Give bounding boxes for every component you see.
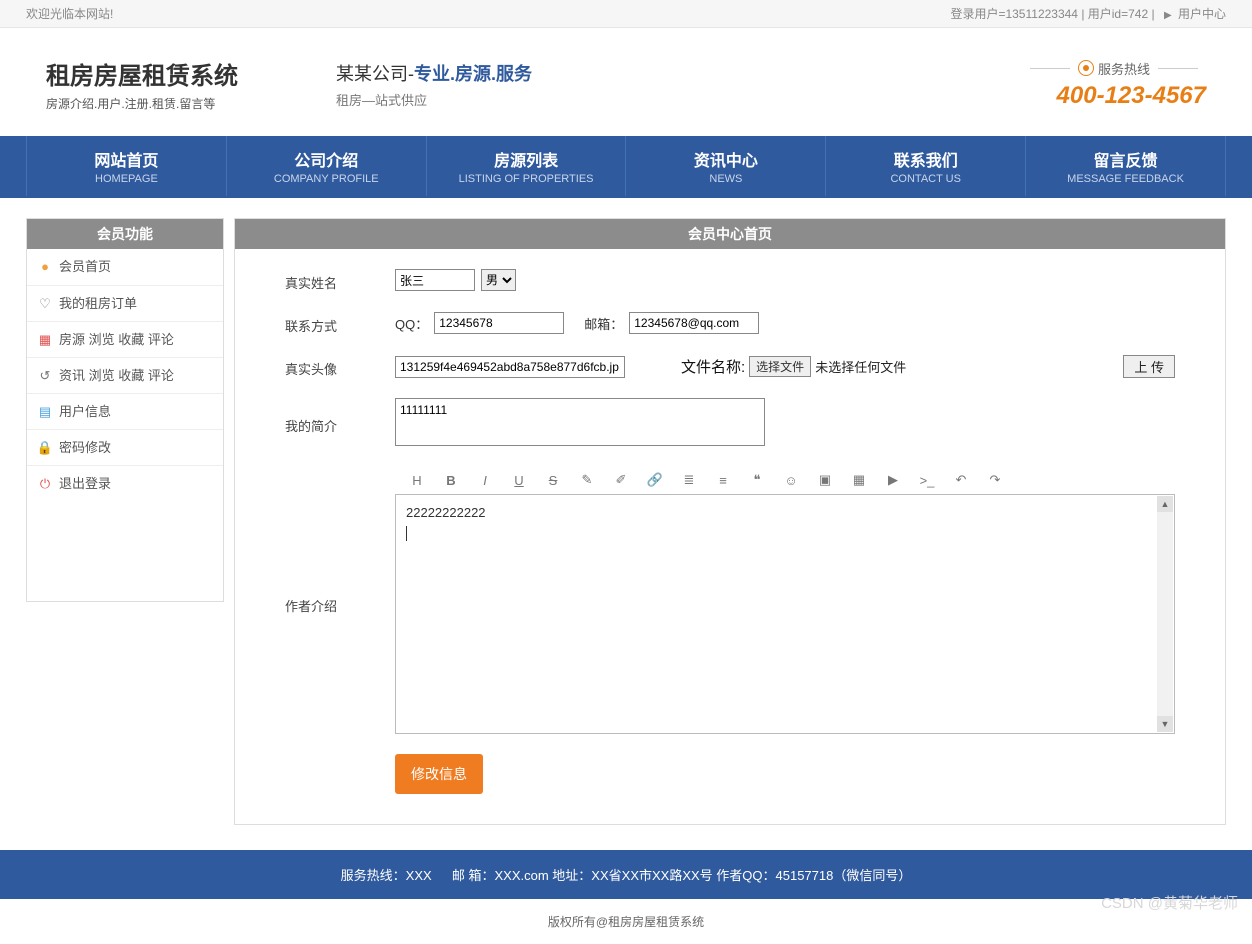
quote-icon[interactable]: ❝: [749, 472, 765, 488]
site-subtitle: 房源介绍.用户.注册.租赁.留言等: [46, 95, 336, 112]
sidebar-item-home[interactable]: ● 会员首页: [27, 249, 223, 285]
welcome-text: 欢迎光临本网站!: [26, 0, 113, 30]
nav-listing[interactable]: 房源列表LISTING OF PROPERTIES: [427, 136, 627, 196]
footer-dark: 服务热线：XXX 邮 箱：XXX.com 地址：XX省XX市XX路XX号 作者Q…: [0, 850, 1252, 899]
slogan-prefix: 某某公司-: [336, 64, 414, 84]
label-brief: 我的简介: [285, 398, 395, 435]
file-label: 文件名称:: [681, 356, 745, 377]
scrollbar[interactable]: ▲ ▼: [1157, 496, 1173, 732]
logo-block: 租房房屋租赁系统 房源介绍.用户.注册.租赁.留言等: [26, 56, 336, 112]
lock-icon: 🔒: [37, 440, 53, 456]
sidebar-item-housing[interactable]: ▦ 房源 浏览 收藏 评论: [27, 321, 223, 357]
gender-select[interactable]: 男: [481, 269, 516, 291]
footer-copyright: 版权所有@租房房屋租赁系统: [0, 899, 1252, 944]
label-realname: 真实姓名: [285, 269, 395, 292]
upload-button[interactable]: 上 传: [1123, 355, 1175, 378]
sidebar-item-label: 退出登录: [59, 466, 111, 502]
site-title: 租房房屋租赁系统: [46, 56, 336, 91]
text-cursor: [406, 526, 407, 541]
nav-news[interactable]: 资讯中心NEWS: [626, 136, 826, 196]
sidebar-item-label: 我的租房订单: [59, 286, 137, 322]
hotline-label: 服务热线: [1098, 59, 1150, 78]
hotline-block: 服务热线 400-123-4567: [966, 59, 1226, 110]
slogan-block: 某某公司-专业.房源.服务 租房—站式供应: [336, 60, 966, 109]
sidebar-item-orders[interactable]: ♡ 我的租房订单: [27, 285, 223, 321]
label-avatar: 真实头像: [285, 355, 395, 378]
editor-textarea[interactable]: 22222222222 ▲ ▼: [395, 494, 1175, 734]
emoji-icon[interactable]: ☺: [783, 472, 799, 488]
sidebar-item-label: 房源 浏览 收藏 评论: [59, 322, 174, 358]
align-icon[interactable]: ≡: [715, 472, 731, 488]
strike-icon[interactable]: S: [545, 472, 561, 488]
phone-icon: [1078, 60, 1094, 76]
code-icon[interactable]: >_: [919, 472, 935, 488]
realname-input[interactable]: [395, 269, 475, 291]
email-input[interactable]: [629, 312, 759, 334]
brief-textarea[interactable]: [395, 398, 765, 446]
editor-toolbar: H B I U S ✎ ✐ 🔗 ≣ ≡ ❝ ☺ ▣ ▦ ▶: [395, 466, 1175, 494]
footer-info: 服务热线：XXX 邮 箱：XXX.com 地址：XX省XX市XX路XX号 作者Q…: [341, 868, 912, 883]
qq-input[interactable]: [434, 312, 564, 334]
italic-icon[interactable]: I: [477, 472, 493, 488]
user-center-link[interactable]: 用户中心: [1178, 7, 1226, 21]
home-icon: ●: [37, 259, 53, 275]
sidebar-item-label: 会员首页: [59, 249, 111, 285]
slogan-sub: 租房—站式供应: [336, 90, 966, 109]
clipboard-icon: ▤: [37, 404, 53, 420]
shield-icon: ♡: [37, 296, 53, 312]
label-author: 作者介绍: [285, 466, 395, 615]
sidebar-item-label: 用户信息: [59, 394, 111, 430]
link-icon[interactable]: 🔗: [647, 472, 663, 488]
editor-content: 22222222222: [406, 505, 486, 520]
history-icon: ↺: [37, 368, 53, 384]
header: 租房房屋租赁系统 房源介绍.用户.注册.租赁.留言等 某某公司-专业.房源.服务…: [26, 28, 1226, 136]
sidebar-item-news[interactable]: ↺ 资讯 浏览 收藏 评论: [27, 357, 223, 393]
power-icon: ⏻: [37, 476, 53, 492]
table-icon[interactable]: ▦: [851, 472, 867, 488]
nav-home[interactable]: 网站首页HOMEPAGE: [26, 136, 227, 196]
eraser-icon[interactable]: ✎: [579, 472, 595, 488]
bold-icon[interactable]: B: [443, 472, 459, 488]
sidebar-item-logout[interactable]: ⏻ 退出登录: [27, 465, 223, 501]
main-nav: 网站首页HOMEPAGE 公司介绍COMPANY PROFILE 房源列表LIS…: [0, 136, 1252, 198]
nav-feedback[interactable]: 留言反馈MESSAGE FEEDBACK: [1026, 136, 1226, 196]
label-contact: 联系方式: [285, 312, 395, 335]
sidebar-item-label: 资讯 浏览 收藏 评论: [59, 358, 174, 394]
avatar-path-input[interactable]: [395, 356, 625, 378]
choose-file-button[interactable]: 选择文件: [749, 356, 811, 377]
sidebar-item-label: 密码修改: [59, 430, 111, 466]
nav-company[interactable]: 公司介绍COMPANY PROFILE: [227, 136, 427, 196]
undo-icon[interactable]: ↶: [953, 472, 969, 488]
qq-label: QQ：: [395, 314, 428, 333]
image-icon[interactable]: ▣: [817, 472, 833, 488]
underline-icon[interactable]: U: [511, 472, 527, 488]
scroll-down-icon[interactable]: ▼: [1157, 716, 1173, 732]
sidebar: 会员功能 ● 会员首页 ♡ 我的租房订单 ▦ 房源 浏览 收藏 评论 ↺ 资讯 浏览 收…: [26, 218, 224, 602]
content-panel: 会员中心首页 真实姓名 男 联系方式 QQ： 邮箱：: [234, 218, 1226, 825]
user-info-text: 登录用户=13511223344 | 用户id=742 |: [950, 7, 1154, 21]
sidebar-blank: [27, 501, 223, 601]
email-label: 邮箱：: [584, 314, 623, 333]
list-icon[interactable]: ≣: [681, 472, 697, 488]
brush-icon[interactable]: ✐: [613, 472, 629, 488]
heading-icon[interactable]: H: [409, 472, 425, 488]
grid-icon: ▦: [37, 332, 53, 348]
scroll-up-icon[interactable]: ▲: [1157, 496, 1173, 512]
nav-contact[interactable]: 联系我们CONTACT US: [826, 136, 1026, 196]
no-file-text: 未选择任何文件: [815, 357, 906, 376]
top-bar: 欢迎光临本网站! 登录用户=13511223344 | 用户id=742 | ▶…: [0, 0, 1252, 28]
hotline-phone: 400-123-4567: [966, 82, 1206, 110]
submit-button[interactable]: 修改信息: [395, 754, 483, 794]
slogan-blue: 专业.房源.服务: [414, 64, 532, 84]
sidebar-title: 会员功能: [27, 219, 223, 249]
sidebar-item-password[interactable]: 🔒 密码修改: [27, 429, 223, 465]
content-title: 会员中心首页: [235, 219, 1225, 249]
video-icon[interactable]: ▶: [885, 472, 901, 488]
sidebar-item-userinfo[interactable]: ▤ 用户信息: [27, 393, 223, 429]
arrow-icon: ▶: [1164, 10, 1172, 21]
redo-icon[interactable]: ↷: [987, 472, 1003, 488]
